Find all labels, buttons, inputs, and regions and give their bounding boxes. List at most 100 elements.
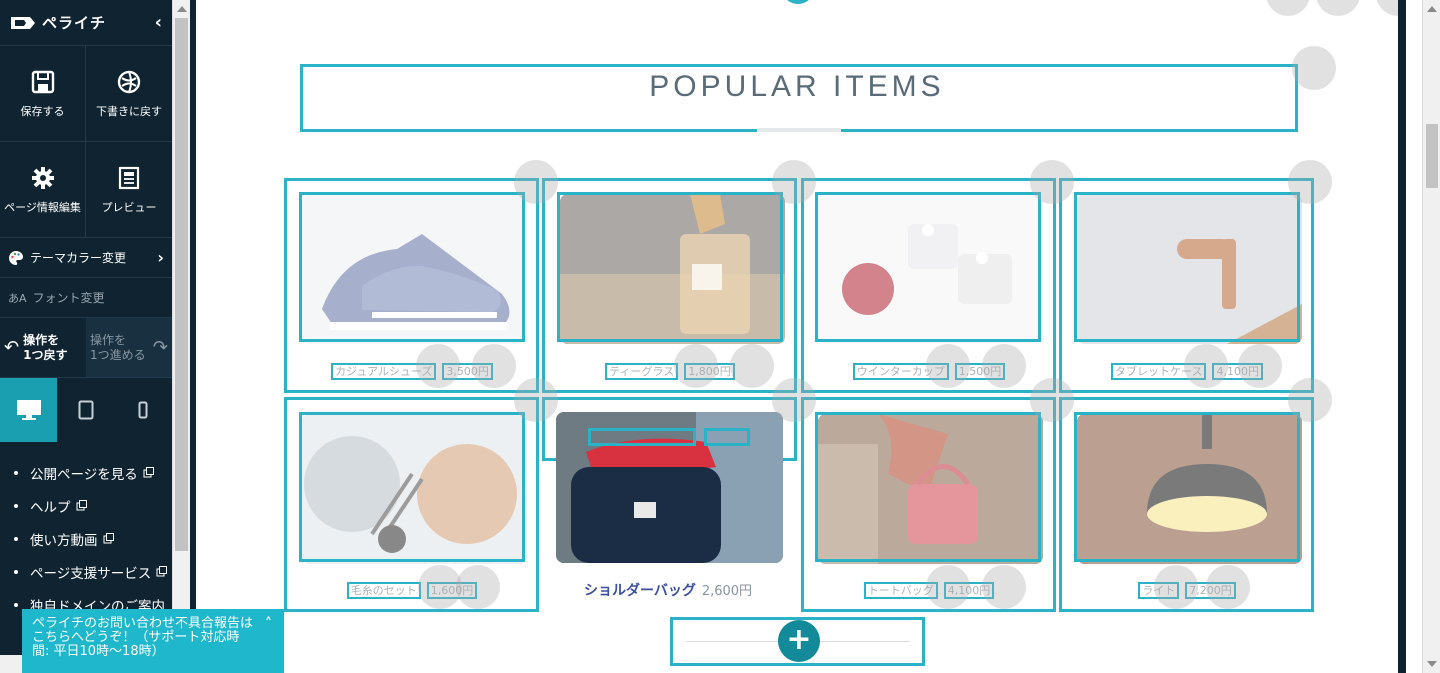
scroll-up-arrow[interactable] (177, 6, 187, 12)
image-frame[interactable] (815, 192, 1041, 342)
block-menu-dot[interactable] (1288, 160, 1332, 204)
caption-edit-dot[interactable] (456, 565, 500, 609)
caption-edit-dot[interactable] (1154, 565, 1198, 609)
collapse-sidebar-icon[interactable]: ‹ (155, 12, 162, 33)
image-frame[interactable] (1074, 192, 1300, 342)
redo-button[interactable]: 操作を 1つ進める ↷ (86, 318, 172, 377)
external-link-icon (76, 500, 87, 511)
caption-edit-dot[interactable] (674, 344, 718, 388)
image-frame[interactable] (557, 192, 783, 342)
sidebar-links: 公開ページを見る ヘルプ 使い方動画 ページ支援サービス 独自ドメインのご案内 (0, 442, 172, 621)
caption-edit-dot[interactable] (472, 344, 516, 388)
help-link[interactable]: ヘルプ (14, 489, 172, 522)
font-change-label: フォント変更 (32, 291, 105, 305)
redo-label-2: 1つ進める (90, 347, 146, 362)
theme-color-change[interactable]: テーマカラー変更 › (0, 238, 172, 278)
sidebar-scrollbar[interactable] (172, 0, 190, 673)
support-text: ペライチのお問い合わせ不具合報告はこちらへどうぞ！（サポート対応時間: 平日10… (32, 616, 254, 659)
mobile-view-button[interactable] (114, 378, 172, 442)
page-info-edit-label: ページ情報編集 (4, 200, 81, 214)
device-switcher (0, 378, 172, 442)
external-link-icon (143, 467, 154, 478)
chevron-right-icon: › (157, 248, 164, 267)
mobile-icon (138, 401, 148, 419)
chevron-up-icon[interactable]: ˄ (265, 617, 272, 631)
scroll-up-arrow[interactable] (1427, 6, 1437, 12)
undo-button[interactable]: ↶ 操作を 1つ戻す (0, 318, 86, 377)
caption-edit-dot[interactable] (730, 344, 774, 388)
block-menu-dot[interactable] (1030, 160, 1074, 204)
preview-button[interactable]: プレビュー (86, 142, 172, 238)
caption-edit-dot[interactable] (926, 565, 970, 609)
undo-label-1: 操作を (23, 332, 60, 347)
gear-icon (31, 166, 54, 189)
toolbar-dot (1376, 0, 1398, 16)
tablet-icon (78, 400, 93, 420)
block-menu-dot[interactable] (514, 160, 558, 204)
block-menu-dot[interactable] (772, 160, 816, 204)
font-icon: あA (8, 291, 27, 305)
page-support-service-link[interactable]: ページ支援サービス (14, 555, 172, 588)
tutorial-video-link[interactable]: 使い方動画 (14, 522, 172, 555)
block-menu-dot[interactable] (772, 378, 816, 422)
caption-edit-dot[interactable] (982, 344, 1026, 388)
scroll-down-arrow[interactable] (1427, 661, 1437, 667)
page-info-edit-button[interactable]: ページ情報編集 (0, 142, 86, 238)
public-page-link[interactable]: 公開ページを見る (14, 456, 172, 489)
caption-edit-dot[interactable] (926, 344, 970, 388)
revert-draft-button[interactable]: 下書きに戻す (86, 46, 172, 142)
page-scrollbar[interactable] (1422, 0, 1440, 673)
toolbar-dot (1266, 0, 1310, 16)
sidebar-actions: 保存する 下書きに戻す ページ情報編集 プレビュー (0, 46, 172, 238)
caption-edit-dot[interactable] (982, 565, 1026, 609)
product-name: ショルダーバッグ (583, 583, 696, 599)
page-scroll-thumb[interactable] (1426, 124, 1438, 188)
redo-label-1: 操作を (90, 332, 127, 347)
editor-sidebar: ペライチ ‹ 保存する 下書きに戻す ページ情報編集 プレビュー テーマカラー変… (0, 0, 172, 673)
caption-frame-price[interactable] (704, 428, 750, 446)
canvas-border-right (1398, 0, 1406, 673)
desktop-view-button[interactable] (0, 378, 57, 442)
caption-edit-dot[interactable] (1238, 344, 1282, 388)
undo-redo: ↶ 操作を 1つ戻す 操作を 1つ進める ↷ (0, 318, 172, 378)
desktop-icon (16, 400, 41, 420)
sidebar-header: ペライチ ‹ (0, 0, 172, 46)
font-change[interactable]: あA フォント変更 (0, 278, 172, 318)
block-menu-dot[interactable] (1288, 378, 1332, 422)
product-caption-active[interactable]: ショルダーバッグ 2,600円 (544, 580, 792, 600)
image-frame[interactable] (815, 412, 1041, 562)
page-canvas: POPULAR ITEMS カジュアルシューズ 3,500円 ティーグラス 1,… (196, 0, 1398, 673)
block-menu-dot[interactable] (1292, 46, 1336, 90)
caption-edit-dot[interactable] (416, 344, 460, 388)
undo-label-2: 1つ戻す (23, 347, 68, 362)
caption-edit-dot[interactable] (1184, 344, 1228, 388)
block-menu-dot[interactable] (514, 378, 558, 422)
brand-name: ペライチ (42, 14, 107, 32)
product-price: 2,600円 (701, 584, 753, 599)
image-frame[interactable] (299, 412, 525, 562)
theme-color-label: テーマカラー変更 (30, 251, 127, 265)
section-handle[interactable] (784, 0, 812, 4)
section-title: POPULAR ITEMS (649, 70, 945, 103)
editor-app: ペライチ ‹ 保存する 下書きに戻す ページ情報編集 プレビュー テーマカラー変… (0, 0, 1440, 673)
preview-label: プレビュー (101, 200, 157, 214)
canvas-gutter (1406, 0, 1422, 673)
add-block-button[interactable]: + (778, 620, 820, 662)
save-button[interactable]: 保存する (0, 46, 86, 142)
external-link-icon (156, 566, 168, 577)
palette-icon (9, 250, 23, 265)
support-popup[interactable]: ペライチのお問い合わせ不具合報告はこちらへどうぞ！（サポート対応時間: 平日10… (22, 609, 284, 673)
tablet-view-button[interactable] (57, 378, 114, 442)
image-frame[interactable] (1074, 412, 1300, 562)
revert-draft-label: 下書きに戻す (96, 104, 162, 118)
sidebar-scroll-thumb[interactable] (175, 18, 188, 551)
save-icon (31, 70, 54, 93)
save-label: 保存する (20, 104, 65, 118)
caption-edit-dot[interactable] (1206, 565, 1250, 609)
caption-frame-name[interactable] (588, 428, 696, 446)
undo-arrow-icon: ↶ (4, 337, 20, 358)
title-underline (757, 128, 841, 132)
preview-document-icon (118, 166, 140, 189)
image-frame[interactable] (299, 192, 525, 342)
block-menu-dot[interactable] (1030, 378, 1074, 422)
